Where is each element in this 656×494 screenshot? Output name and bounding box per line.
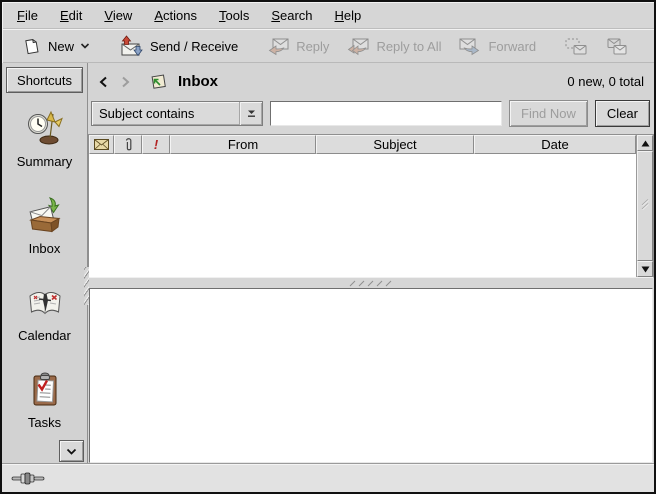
message-count: 0 new, 0 total — [567, 74, 644, 89]
send-receive-button[interactable]: Send / Receive — [112, 30, 244, 63]
clear-button[interactable]: Clear — [595, 100, 650, 127]
sidebar-pane-handle[interactable] — [84, 267, 89, 305]
menu-tools[interactable]: Tools — [208, 4, 260, 27]
preview-pane-splitter[interactable] — [88, 278, 654, 288]
copy-to-folder-button — [599, 32, 635, 61]
sidebar-item-label: Calendar — [18, 328, 71, 343]
splitter-grip-icon — [348, 280, 394, 287]
column-attachment[interactable] — [114, 135, 142, 154]
mail-view: Inbox 0 new, 0 total Subject contains Fi… — [88, 63, 654, 463]
column-message-status[interactable] — [89, 135, 114, 154]
online-plug-icon[interactable] — [11, 472, 45, 485]
move-to-folder-button — [558, 32, 594, 61]
attachment-icon — [124, 137, 133, 152]
sidebar-scroll-down-button[interactable] — [59, 440, 84, 462]
sidebar-item-label: Summary — [17, 154, 73, 169]
search-input[interactable] — [270, 101, 502, 126]
message-list-scrollbar — [636, 135, 653, 277]
reply-all-icon — [346, 36, 370, 57]
search-bar: Subject contains Find Now Clear — [88, 100, 654, 134]
envelope-status-icon — [94, 139, 109, 150]
sidebar-item-inbox[interactable]: Inbox — [2, 196, 88, 256]
move-to-folder-icon — [564, 37, 588, 56]
menu-file[interactable]: File — [6, 4, 49, 27]
back-arrow-icon[interactable] — [97, 74, 110, 90]
folder-title: Inbox — [178, 73, 218, 90]
copy-to-folder-icon — [605, 37, 629, 56]
menu-bar: File Edit View Actions Tools Search Help — [2, 2, 654, 29]
sidebar-item-summary[interactable]: Summary — [2, 109, 88, 169]
menu-edit[interactable]: Edit — [49, 4, 93, 27]
column-subject[interactable]: Subject — [316, 135, 474, 154]
shortcuts-sidebar: Shortcuts Sum — [2, 63, 88, 463]
column-date[interactable]: Date — [474, 135, 636, 154]
evolution-window: File Edit View Actions Tools Search Help… — [0, 0, 656, 494]
new-button-label: New — [48, 39, 74, 54]
inbox-tray-icon — [25, 196, 65, 236]
reply-icon — [266, 36, 290, 57]
chevron-down-icon — [80, 43, 90, 49]
forward-arrow-icon[interactable] — [119, 74, 132, 90]
new-document-icon — [21, 36, 42, 57]
reply-to-all-button: Reply to All — [340, 31, 447, 62]
status-bar — [2, 463, 654, 492]
search-criteria-dropdown[interactable]: Subject contains — [91, 101, 263, 126]
summary-clock-icon — [25, 109, 65, 149]
tasks-clipboard-icon — [25, 370, 65, 410]
send-receive-label: Send / Receive — [150, 39, 238, 54]
sidebar-item-label: Inbox — [29, 241, 61, 256]
scroll-up-button[interactable] — [637, 135, 653, 151]
new-button[interactable]: New — [15, 31, 96, 62]
main-toolbar: New Send / Receive — [2, 29, 654, 63]
reply-label: Reply — [296, 39, 329, 54]
column-subject-label: Subject — [373, 137, 416, 152]
message-list-table: ! From Subject Date — [89, 135, 636, 277]
forward-label: Forward — [488, 39, 536, 54]
sidebar-item-calendar[interactable]: Calendar — [2, 283, 88, 343]
menu-search[interactable]: Search — [260, 4, 323, 27]
scroll-down-button[interactable] — [637, 261, 653, 277]
message-list: ! From Subject Date — [88, 134, 654, 278]
message-list-header: ! From Subject Date — [89, 135, 636, 154]
shortcuts-group-button[interactable]: Shortcuts — [6, 67, 83, 93]
print-button — [651, 31, 656, 62]
column-from[interactable]: From — [170, 135, 316, 154]
message-preview-pane[interactable] — [89, 288, 653, 463]
chevron-down-icon — [66, 448, 77, 455]
column-date-label: Date — [541, 137, 568, 152]
combo-arrow-icon — [239, 102, 262, 125]
send-receive-icon — [118, 35, 144, 58]
calendar-book-icon — [25, 283, 65, 323]
sidebar-item-tasks[interactable]: Tasks — [2, 370, 88, 430]
forward-button: Forward — [452, 31, 542, 62]
reply-button: Reply — [260, 31, 335, 62]
content-area: Shortcuts Sum — [2, 63, 654, 463]
column-from-label: From — [228, 137, 258, 152]
menu-view[interactable]: View — [93, 4, 143, 27]
message-list-body[interactable] — [89, 154, 636, 277]
menu-help[interactable]: Help — [324, 4, 373, 27]
menu-actions[interactable]: Actions — [143, 4, 208, 27]
forward-icon — [458, 36, 482, 57]
scrollbar-thumb[interactable] — [637, 151, 653, 261]
column-priority[interactable]: ! — [142, 135, 170, 154]
inbox-folder-icon — [149, 73, 167, 90]
search-criteria-value: Subject contains — [92, 102, 239, 125]
shortcut-list: Summary — [2, 109, 88, 430]
reply-to-all-label: Reply to All — [376, 39, 441, 54]
shortcuts-group-label: Shortcuts — [17, 73, 72, 88]
priority-icon: ! — [154, 138, 158, 151]
sidebar-item-label: Tasks — [28, 415, 61, 430]
find-now-button: Find Now — [509, 100, 588, 127]
folder-header: Inbox 0 new, 0 total — [88, 63, 654, 100]
